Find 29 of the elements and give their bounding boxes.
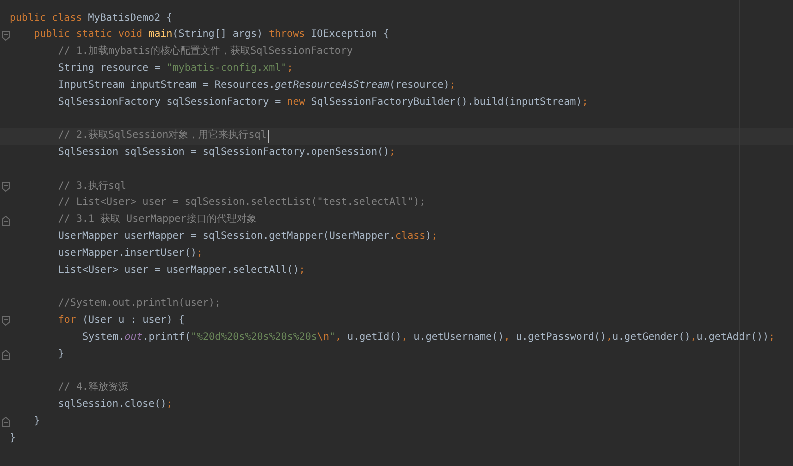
code-line: public static void main(String[] args) throws IOException { <box>34 28 390 42</box>
code-line: List<User> user = userMapper.selectAll(); <box>58 264 306 278</box>
code-line: } <box>10 432 16 446</box>
code-comment: // 2.获取SqlSession对象，用它来执行sql <box>58 128 267 144</box>
fold-start-icon[interactable] <box>2 316 10 326</box>
code-line: SqlSessionFactory sqlSessionFactory = new SqlSessionFactoryBuilder().build(inputStream); <box>58 96 588 110</box>
code-line: sqlSession.close(); <box>58 398 173 412</box>
text-cursor <box>268 130 269 144</box>
code-comment: //System.out.println(user); <box>58 297 221 312</box>
fold-end-icon[interactable] <box>2 350 10 360</box>
fold-start-icon[interactable] <box>2 30 10 41</box>
code-line: System.out.printf("%20d%20s%20s%20s%20s\n", u.getId(), u.getUsername(), u.getPassword(),u.getGender(),u.getAddr()); <box>82 330 776 345</box>
code-line: SqlSession sqlSession = sqlSessionFactory.openSession(); <box>58 146 396 160</box>
code-line: InputStream inputStream = Resources.getResourceAsStream(resource); <box>58 78 456 93</box>
code-comment: // 3.执行sql <box>58 180 127 194</box>
fold-end-icon[interactable] <box>2 417 10 428</box>
code-comment: // 3.1 获取 UserMapper接口的代理对象 <box>58 212 257 228</box>
code-line: public class MyBatisDemo2 { <box>10 12 173 26</box>
code-line: } <box>34 414 40 429</box>
code-line: UserMapper userMapper = sqlSession.getMapper(UserMapper.class); <box>58 230 438 244</box>
code-comment: // 4.释放资源 <box>58 381 128 396</box>
code-comment: // List<User> user = sqlSession.selectList("test.selectAll"); <box>58 196 426 210</box>
code-line: for (User u : user) { <box>58 314 185 328</box>
code-line: } <box>58 348 64 362</box>
fold-end-icon[interactable] <box>2 216 10 226</box>
fold-start-icon[interactable] <box>2 182 10 192</box>
code-comment: // 1.加载mybatis的核心配置文件，获取SqlSessionFactory <box>58 44 353 60</box>
code-line: String resource = "mybatis-config.xml"; <box>58 62 294 76</box>
code-line: userMapper.insertUser(); <box>58 246 203 261</box>
